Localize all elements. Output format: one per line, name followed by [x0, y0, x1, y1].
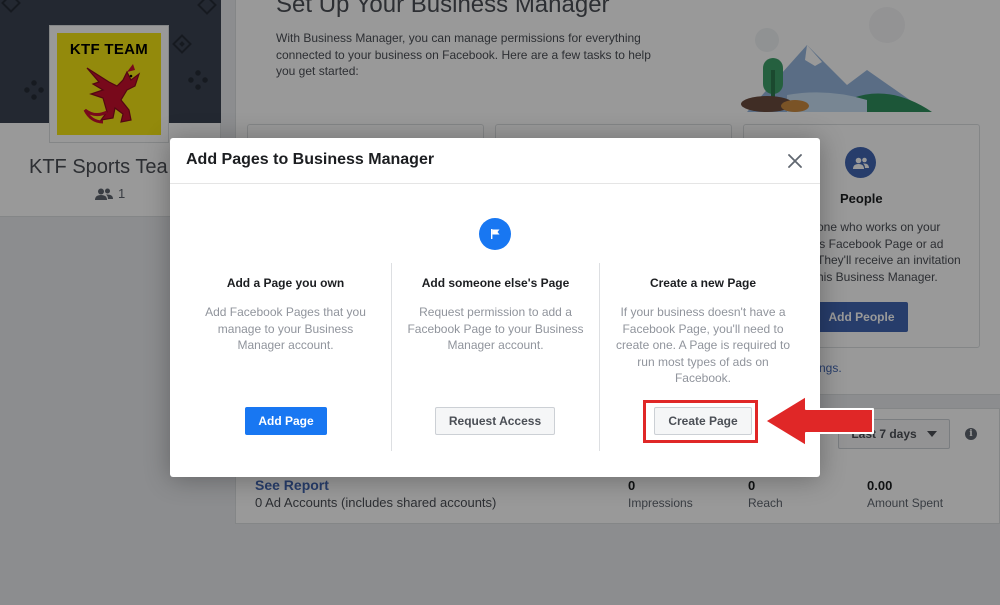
- highlight-annotation: [643, 400, 758, 443]
- dialog-header: Add Pages to Business Manager: [170, 138, 820, 184]
- close-button[interactable]: [783, 149, 807, 173]
- option-description-someone-elses-page: Request permission to add a Facebook Pag…: [407, 305, 584, 352]
- option-title-own-page: Add a Page you own: [226, 276, 345, 290]
- column-divider: [391, 263, 392, 451]
- close-icon: [788, 154, 802, 168]
- option-description-own-page: Add Facebook Pages that you manage to yo…: [205, 305, 366, 352]
- red-arrow-annotation: [764, 395, 874, 447]
- option-title-new-page: Create a new Page: [649, 276, 757, 290]
- flag-icon: [491, 229, 500, 239]
- dialog-title: Add Pages to Business Manager: [186, 151, 435, 168]
- option-description-new-page: If your business doesn't have a Facebook…: [615, 305, 791, 385]
- request-access-button[interactable]: Request Access: [435, 407, 555, 435]
- page-flag-badge: [479, 218, 511, 250]
- option-title-someone-elses-page: Add someone else's Page: [421, 276, 570, 290]
- add-page-button[interactable]: Add Page: [245, 407, 327, 435]
